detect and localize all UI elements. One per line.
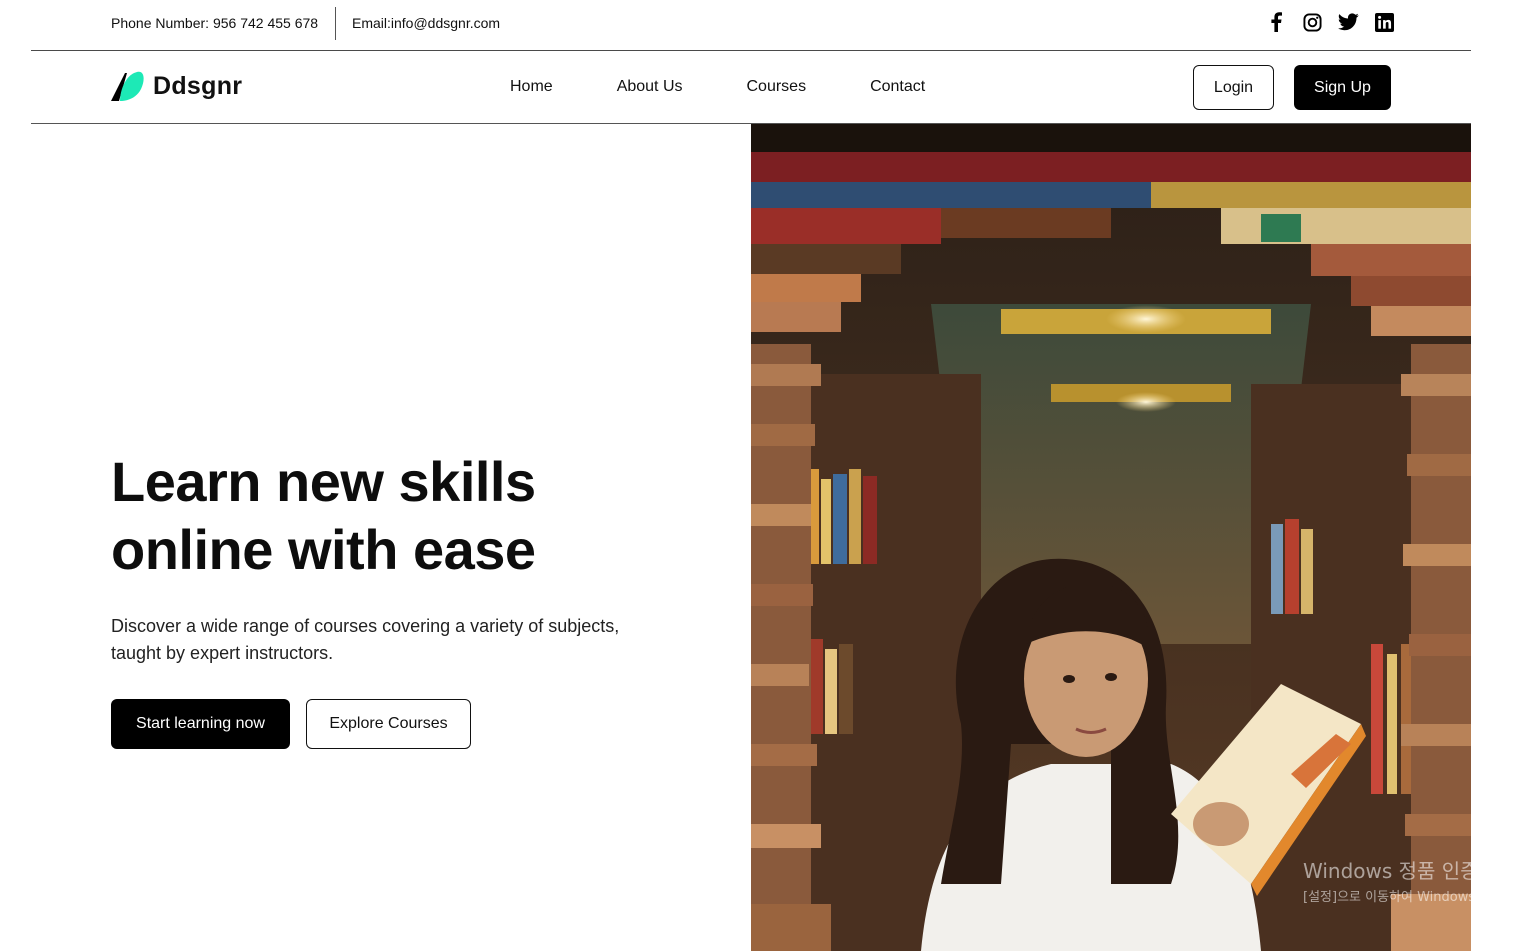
hero-title: Learn new skills online with ease (111, 448, 536, 584)
logo[interactable]: Ddsgnr (111, 71, 242, 101)
social-links (1265, 11, 1395, 33)
nav-menu: Home About Us Courses Contact (510, 78, 925, 96)
linkedin-icon[interactable] (1373, 11, 1395, 33)
facebook-icon[interactable] (1265, 11, 1287, 33)
nav-link-about-us[interactable]: About Us (617, 78, 683, 96)
brand-name: Ddsgnr (153, 71, 243, 100)
login-button[interactable]: Login (1193, 65, 1274, 110)
topbar-divider (335, 7, 336, 40)
sign-up-button[interactable]: Sign Up (1294, 65, 1391, 110)
phone-number: Phone Number: 956 742 455 678 (111, 15, 319, 31)
nav-link-contact[interactable]: Contact (870, 78, 925, 96)
main-navigation: Ddsgnr Home About Us Courses Contact Log… (31, 51, 1471, 124)
hero-description: Discover a wide range of courses coverin… (111, 616, 620, 663)
nav-link-home[interactable]: Home (510, 78, 553, 96)
explore-courses-button[interactable]: Explore Courses (306, 699, 471, 749)
email-address[interactable]: Email:info@ddsgnr.com (352, 15, 500, 31)
nav-link-courses[interactable]: Courses (747, 78, 807, 96)
instagram-icon[interactable] (1301, 11, 1323, 33)
hero-title-line-1: Learn new skills (111, 450, 536, 513)
top-info-bar: Phone Number: 956 742 455 678 Email:info… (31, 0, 1471, 51)
hero-image (751, 124, 1471, 951)
logo-mark-icon (111, 71, 144, 101)
start-learning-button[interactable]: Start learning now (111, 699, 290, 749)
twitter-icon[interactable] (1337, 11, 1359, 33)
bookstore-photo (751, 124, 1471, 951)
hero-title-line-2: online with ease (111, 518, 536, 581)
